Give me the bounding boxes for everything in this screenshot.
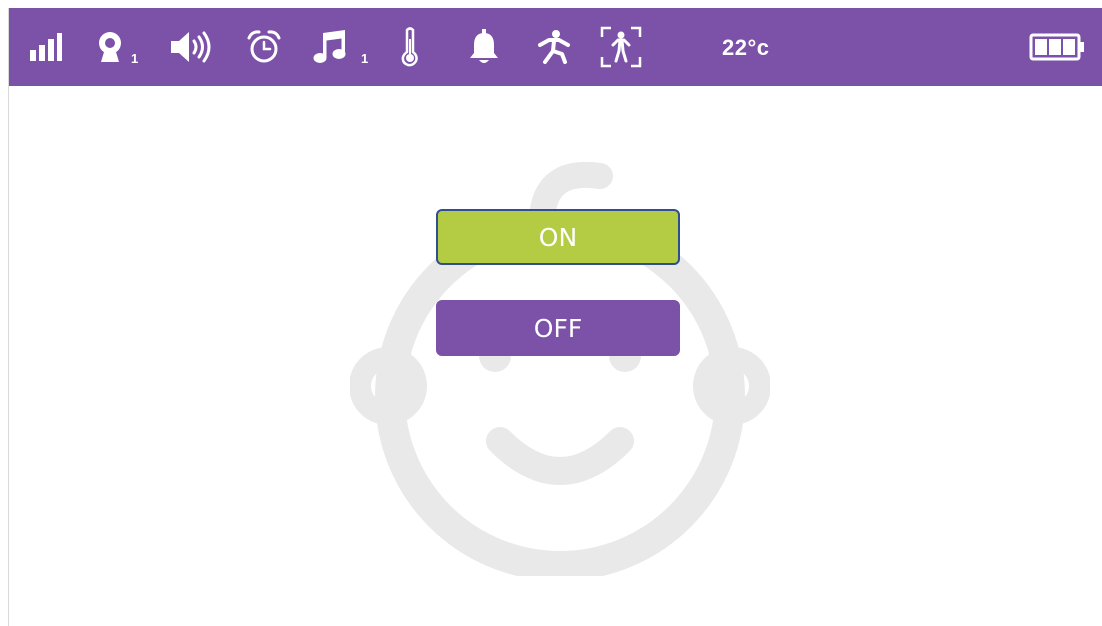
- alarm-clock-icon[interactable]: [244, 8, 284, 86]
- camera-icon[interactable]: [90, 8, 130, 86]
- thermometer-icon[interactable]: [398, 8, 422, 86]
- motion-detection-icon[interactable]: [534, 8, 574, 86]
- screen-left-border: [8, 8, 9, 626]
- bell-icon[interactable]: [466, 8, 502, 86]
- on-button[interactable]: ON: [436, 209, 680, 265]
- battery-icon: [1028, 8, 1086, 86]
- music-number-badge: 1: [361, 51, 369, 66]
- speaker-volume-icon[interactable]: [168, 8, 216, 86]
- music-note-icon[interactable]: [310, 8, 350, 86]
- signal-strength-icon: [28, 8, 64, 86]
- off-button[interactable]: OFF: [436, 300, 680, 356]
- camera-number-badge: 1: [131, 51, 139, 66]
- status-bar: 1 1 22°c: [8, 8, 1102, 86]
- temperature-reading: 22°c: [722, 35, 770, 60]
- monitor-screen: 1 1 22°c ON OFF: [0, 0, 1102, 626]
- person-frame-icon[interactable]: [598, 8, 644, 86]
- screen-top-margin: [0, 0, 1102, 8]
